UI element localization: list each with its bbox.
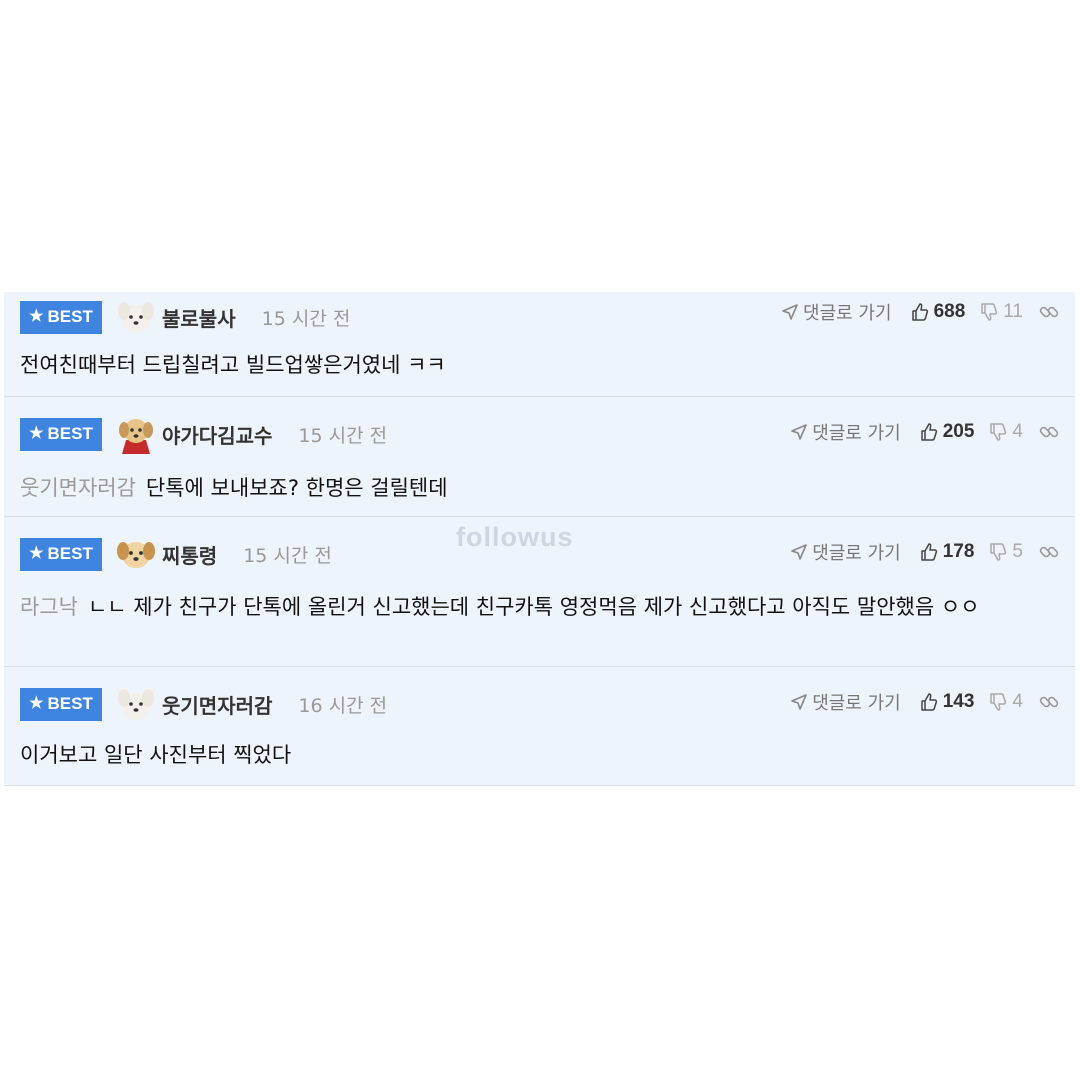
like-count: 205 <box>942 421 975 442</box>
thumbs-up-icon <box>920 423 937 441</box>
reply-mention[interactable]: 웃기면자러감 <box>20 476 136 500</box>
thumbs-down-icon <box>990 543 1007 561</box>
go-to-reply-link[interactable]: 댓글로 가기 <box>781 299 892 325</box>
best-label: BEST <box>47 694 93 713</box>
thumbs-down-icon <box>990 423 1007 441</box>
arrow-icon <box>791 544 807 560</box>
avatar[interactable] <box>116 684 156 724</box>
reply-label: 댓글로 가기 <box>803 303 892 324</box>
thumbs-down-icon <box>990 693 1007 711</box>
comment-actions: 댓글로 가기 143 4 <box>790 686 1059 718</box>
reply-label: 댓글로 가기 <box>812 693 901 714</box>
comment-text: 이거보고 일단 사진부터 찍었다 <box>20 743 292 767</box>
dislike-button[interactable]: 5 <box>988 541 1023 563</box>
comment-time: 15 시간 전 <box>298 424 388 447</box>
comment-actions: 댓글로 가기 178 5 <box>790 536 1059 568</box>
permalink-button[interactable] <box>1039 422 1059 442</box>
user-nickname[interactable]: 웃기면자러감 <box>162 690 272 719</box>
comment-actions: 댓글로 가기 205 4 <box>790 416 1059 448</box>
comment-header: ★ BEST 찌통령 15 시간 전 <box>20 532 332 576</box>
avatar[interactable] <box>116 414 156 454</box>
arrow-icon <box>782 304 798 320</box>
star-icon: ★ <box>29 545 44 562</box>
go-to-reply-link[interactable]: 댓글로 가기 <box>790 419 901 445</box>
comment-body: 웃기면자러감 단톡에 보내보죠? 한명은 걸릴텐데 <box>20 473 1051 503</box>
watermark: followus <box>456 522 574 552</box>
star-icon: ★ <box>29 425 44 442</box>
like-button[interactable]: 688 <box>910 301 966 323</box>
dislike-button[interactable]: 4 <box>988 421 1023 443</box>
comment-text: 전여친때부터 드립칠려고 빌드업쌓은거였네 ㅋㅋ <box>20 353 446 377</box>
avatar[interactable] <box>116 297 156 337</box>
comment-header: ★ BEST 웃기면자러감 16 시간 전 <box>20 682 387 726</box>
link-icon <box>1039 306 1059 318</box>
comment-time: 15 시간 전 <box>243 544 332 567</box>
reply-label: 댓글로 가기 <box>812 423 901 444</box>
reply-label: 댓글로 가기 <box>812 543 901 564</box>
dislike-count: 4 <box>1012 691 1023 712</box>
comment-time: 15 시간 전 <box>261 307 351 330</box>
like-button[interactable]: 143 <box>919 691 975 713</box>
permalink-button[interactable] <box>1039 542 1059 562</box>
comment-actions: 댓글로 가기 688 11 <box>781 296 1059 328</box>
comment-item: ★ BEST 불로불사 15 시간 전 댓글로 가기 688 11 전여친때부터… <box>4 292 1075 397</box>
comment-text: ㄴㄴ 제가 친구가 단톡에 올린거 신고했는데 친구카톡 영정먹음 제가 신고했… <box>87 595 980 619</box>
go-to-reply-link[interactable]: 댓글로 가기 <box>790 689 901 715</box>
star-icon: ★ <box>29 308 44 325</box>
dislike-button[interactable]: 11 <box>979 301 1023 323</box>
star-icon: ★ <box>29 695 44 712</box>
link-icon <box>1039 546 1059 558</box>
dislike-count: 4 <box>1012 421 1023 442</box>
best-badge: ★ BEST <box>20 687 102 721</box>
user-nickname[interactable]: 불로불사 <box>162 303 236 332</box>
comment-header: ★ BEST 불로불사 15 시간 전 <box>20 295 350 339</box>
comment-text: 단톡에 보내보죠? 한명은 걸릴텐데 <box>145 476 448 500</box>
best-badge: ★ BEST <box>20 537 102 571</box>
like-count: 143 <box>942 691 975 712</box>
thumbs-up-icon <box>911 303 928 321</box>
like-button[interactable]: 178 <box>919 541 975 563</box>
thumbs-down-icon <box>981 303 998 321</box>
permalink-button[interactable] <box>1039 692 1059 712</box>
link-icon <box>1039 426 1059 438</box>
dislike-button[interactable]: 4 <box>988 691 1023 713</box>
comment-body: 전여친때부터 드립칠려고 빌드업쌓은거였네 ㅋㅋ <box>20 350 1051 380</box>
best-label: BEST <box>47 424 93 443</box>
arrow-icon <box>791 424 807 440</box>
like-count: 688 <box>933 301 966 322</box>
avatar[interactable] <box>116 534 156 574</box>
best-badge: ★ BEST <box>20 417 102 451</box>
link-icon <box>1039 696 1059 708</box>
permalink-button[interactable] <box>1039 302 1059 322</box>
comment-header: ★ BEST 야가다김교수 15 시간 전 <box>20 412 387 456</box>
reply-mention[interactable]: 라그낙 <box>20 595 78 619</box>
user-nickname[interactable]: 찌통령 <box>162 540 217 569</box>
like-button[interactable]: 205 <box>919 421 975 443</box>
dislike-count: 11 <box>1003 301 1023 322</box>
comment-body: 이거보고 일단 사진부터 찍었다 <box>20 740 1051 770</box>
go-to-reply-link[interactable]: 댓글로 가기 <box>790 539 901 565</box>
comment-item: ★ BEST 야가다김교수 15 시간 전 댓글로 가기 205 4 웃기면자러… <box>4 397 1075 517</box>
user-nickname[interactable]: 야가다김교수 <box>162 420 272 449</box>
best-label: BEST <box>47 544 93 563</box>
like-count: 178 <box>942 541 975 562</box>
comment-time: 16 시간 전 <box>298 694 388 717</box>
comment-body: 라그낙 ㄴㄴ 제가 친구가 단톡에 올린거 신고했는데 친구카톡 영정먹음 제가 … <box>20 592 1051 622</box>
best-badge: ★ BEST <box>20 300 102 334</box>
thumbs-up-icon <box>920 543 937 561</box>
best-label: BEST <box>47 307 93 326</box>
comment-item: ★ BEST 웃기면자러감 16 시간 전 댓글로 가기 143 4 이거보고 … <box>4 667 1075 785</box>
arrow-icon <box>791 694 807 710</box>
thumbs-up-icon <box>920 693 937 711</box>
dislike-count: 5 <box>1012 541 1023 562</box>
